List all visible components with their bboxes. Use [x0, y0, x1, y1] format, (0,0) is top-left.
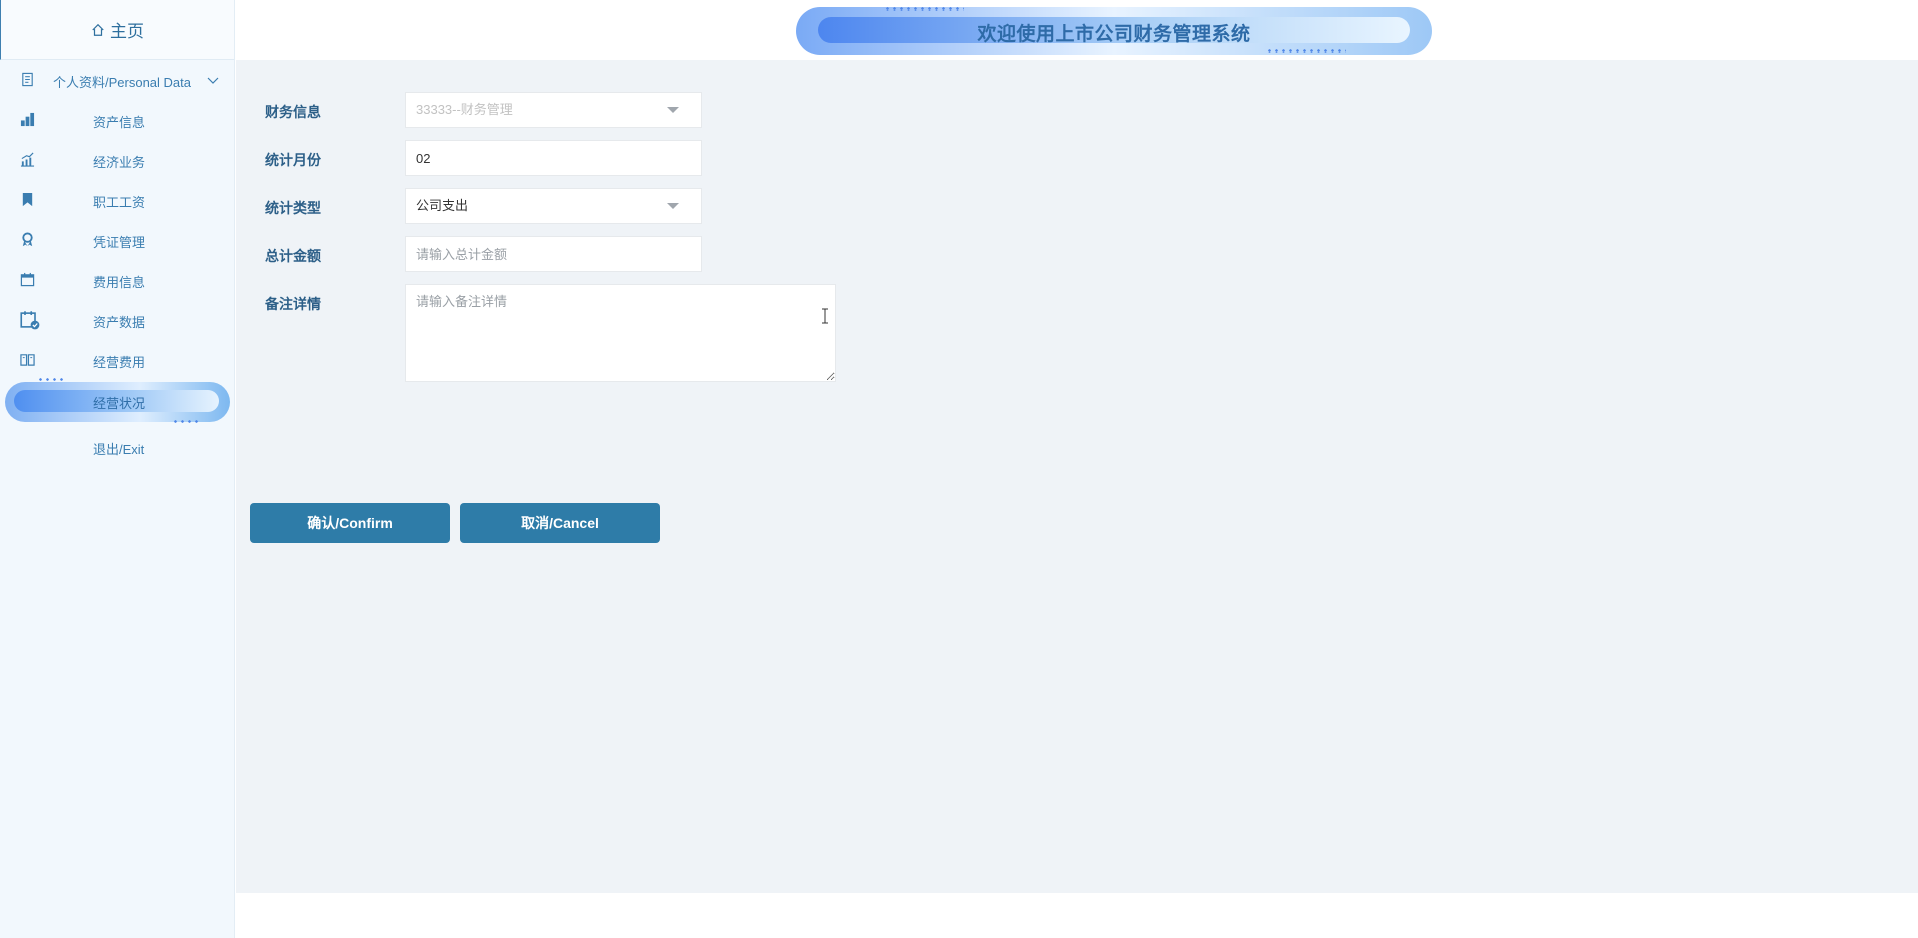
- home-link[interactable]: 主页: [0, 0, 234, 60]
- award-icon: [22, 232, 33, 247]
- calendar-check-icon: [20, 311, 40, 330]
- bookmark-icon: [22, 192, 33, 207]
- cancel-button[interactable]: 取消/Cancel: [460, 503, 660, 543]
- sidebar-menu: 个人资料/Personal Data 资产信息 经济业务 职工工资 凭证管理 费…: [0, 60, 234, 467]
- sidebar-item-label: 退出/Exit: [93, 442, 145, 457]
- finance-info-label: 财务信息: [265, 104, 321, 120]
- bottom-strip: [236, 893, 1918, 938]
- remarks-textarea[interactable]: [405, 284, 836, 382]
- sidebar-item-label: 资产信息: [93, 115, 146, 130]
- stat-month-input[interactable]: [405, 140, 702, 176]
- sidebar-item-exit[interactable]: 退出/Exit: [0, 427, 234, 467]
- total-amount-label: 总计金额: [265, 248, 321, 264]
- sidebar-item-operating-expense[interactable]: 经营费用: [0, 340, 234, 380]
- main-content: 财务信息 33333--财务管理 统计月份 统计类型 公司支出 总计金额 备注详…: [236, 60, 1918, 893]
- confirm-button[interactable]: 确认/Confirm: [250, 503, 450, 543]
- sidebar-item-label: 费用信息: [93, 275, 146, 290]
- caret-down-icon: [667, 107, 679, 113]
- personal-data-icon: [22, 72, 33, 87]
- header: 欢迎使用上市公司财务管理系统: [236, 0, 1918, 60]
- home-icon: [92, 23, 104, 36]
- sidebar-item-economic-business[interactable]: 经济业务: [0, 140, 234, 180]
- sidebar-item-label: 凭证管理: [93, 235, 146, 250]
- sidebar-item-asset-data[interactable]: 资产数据: [0, 300, 234, 340]
- finance-info-value: 33333--财务管理: [416, 102, 513, 117]
- remarks-label: 备注详情: [265, 296, 321, 312]
- text-cursor-icon: [822, 308, 828, 324]
- decor-dots: [1266, 49, 1346, 53]
- chevron-down-icon: [207, 77, 219, 84]
- stat-month-label: 统计月份: [265, 152, 321, 168]
- sidebar-item-asset-info[interactable]: 资产信息: [0, 100, 234, 140]
- sidebar-item-expense-info[interactable]: 费用信息: [0, 260, 234, 300]
- stat-type-label: 统计类型: [265, 200, 321, 216]
- sidebar-item-label: 个人资料/Personal Data: [53, 75, 191, 90]
- decor-dots: [884, 7, 964, 11]
- calendar-icon: [20, 272, 35, 287]
- sidebar-item-label: 经济业务: [93, 155, 146, 170]
- chart-icon: [20, 152, 35, 167]
- sidebar-item-label: 经营费用: [93, 355, 146, 370]
- finance-info-select[interactable]: 33333--财务管理: [405, 92, 702, 128]
- stat-type-select[interactable]: 公司支出: [405, 188, 702, 224]
- decor-dots: [172, 420, 200, 423]
- sidebar-item-operating-status[interactable]: 经营状况: [0, 378, 234, 424]
- sidebar-item-label: 资产数据: [93, 315, 146, 330]
- sidebar: 主页 个人资料/Personal Data 资产信息 经济业务 职工工资 凭证管…: [0, 0, 235, 938]
- total-amount-input[interactable]: [405, 236, 702, 272]
- page-title: 欢迎使用上市公司财务管理系统: [977, 24, 1251, 45]
- book-icon: [20, 354, 35, 366]
- home-label: 主页: [110, 22, 144, 41]
- sidebar-item-voucher-management[interactable]: 凭证管理: [0, 220, 234, 260]
- stat-type-value: 公司支出: [416, 198, 469, 213]
- sidebar-item-label: 经营状况: [93, 396, 146, 411]
- sidebar-item-label: 职工工资: [93, 195, 146, 210]
- decor-dots: [37, 378, 65, 381]
- caret-down-icon: [667, 203, 679, 209]
- header-banner: 欢迎使用上市公司财务管理系统: [796, 5, 1432, 57]
- sidebar-item-staff-salary[interactable]: 职工工资: [0, 180, 234, 220]
- sidebar-item-personal-data[interactable]: 个人资料/Personal Data: [0, 60, 234, 100]
- asset-info-icon: [20, 112, 35, 127]
